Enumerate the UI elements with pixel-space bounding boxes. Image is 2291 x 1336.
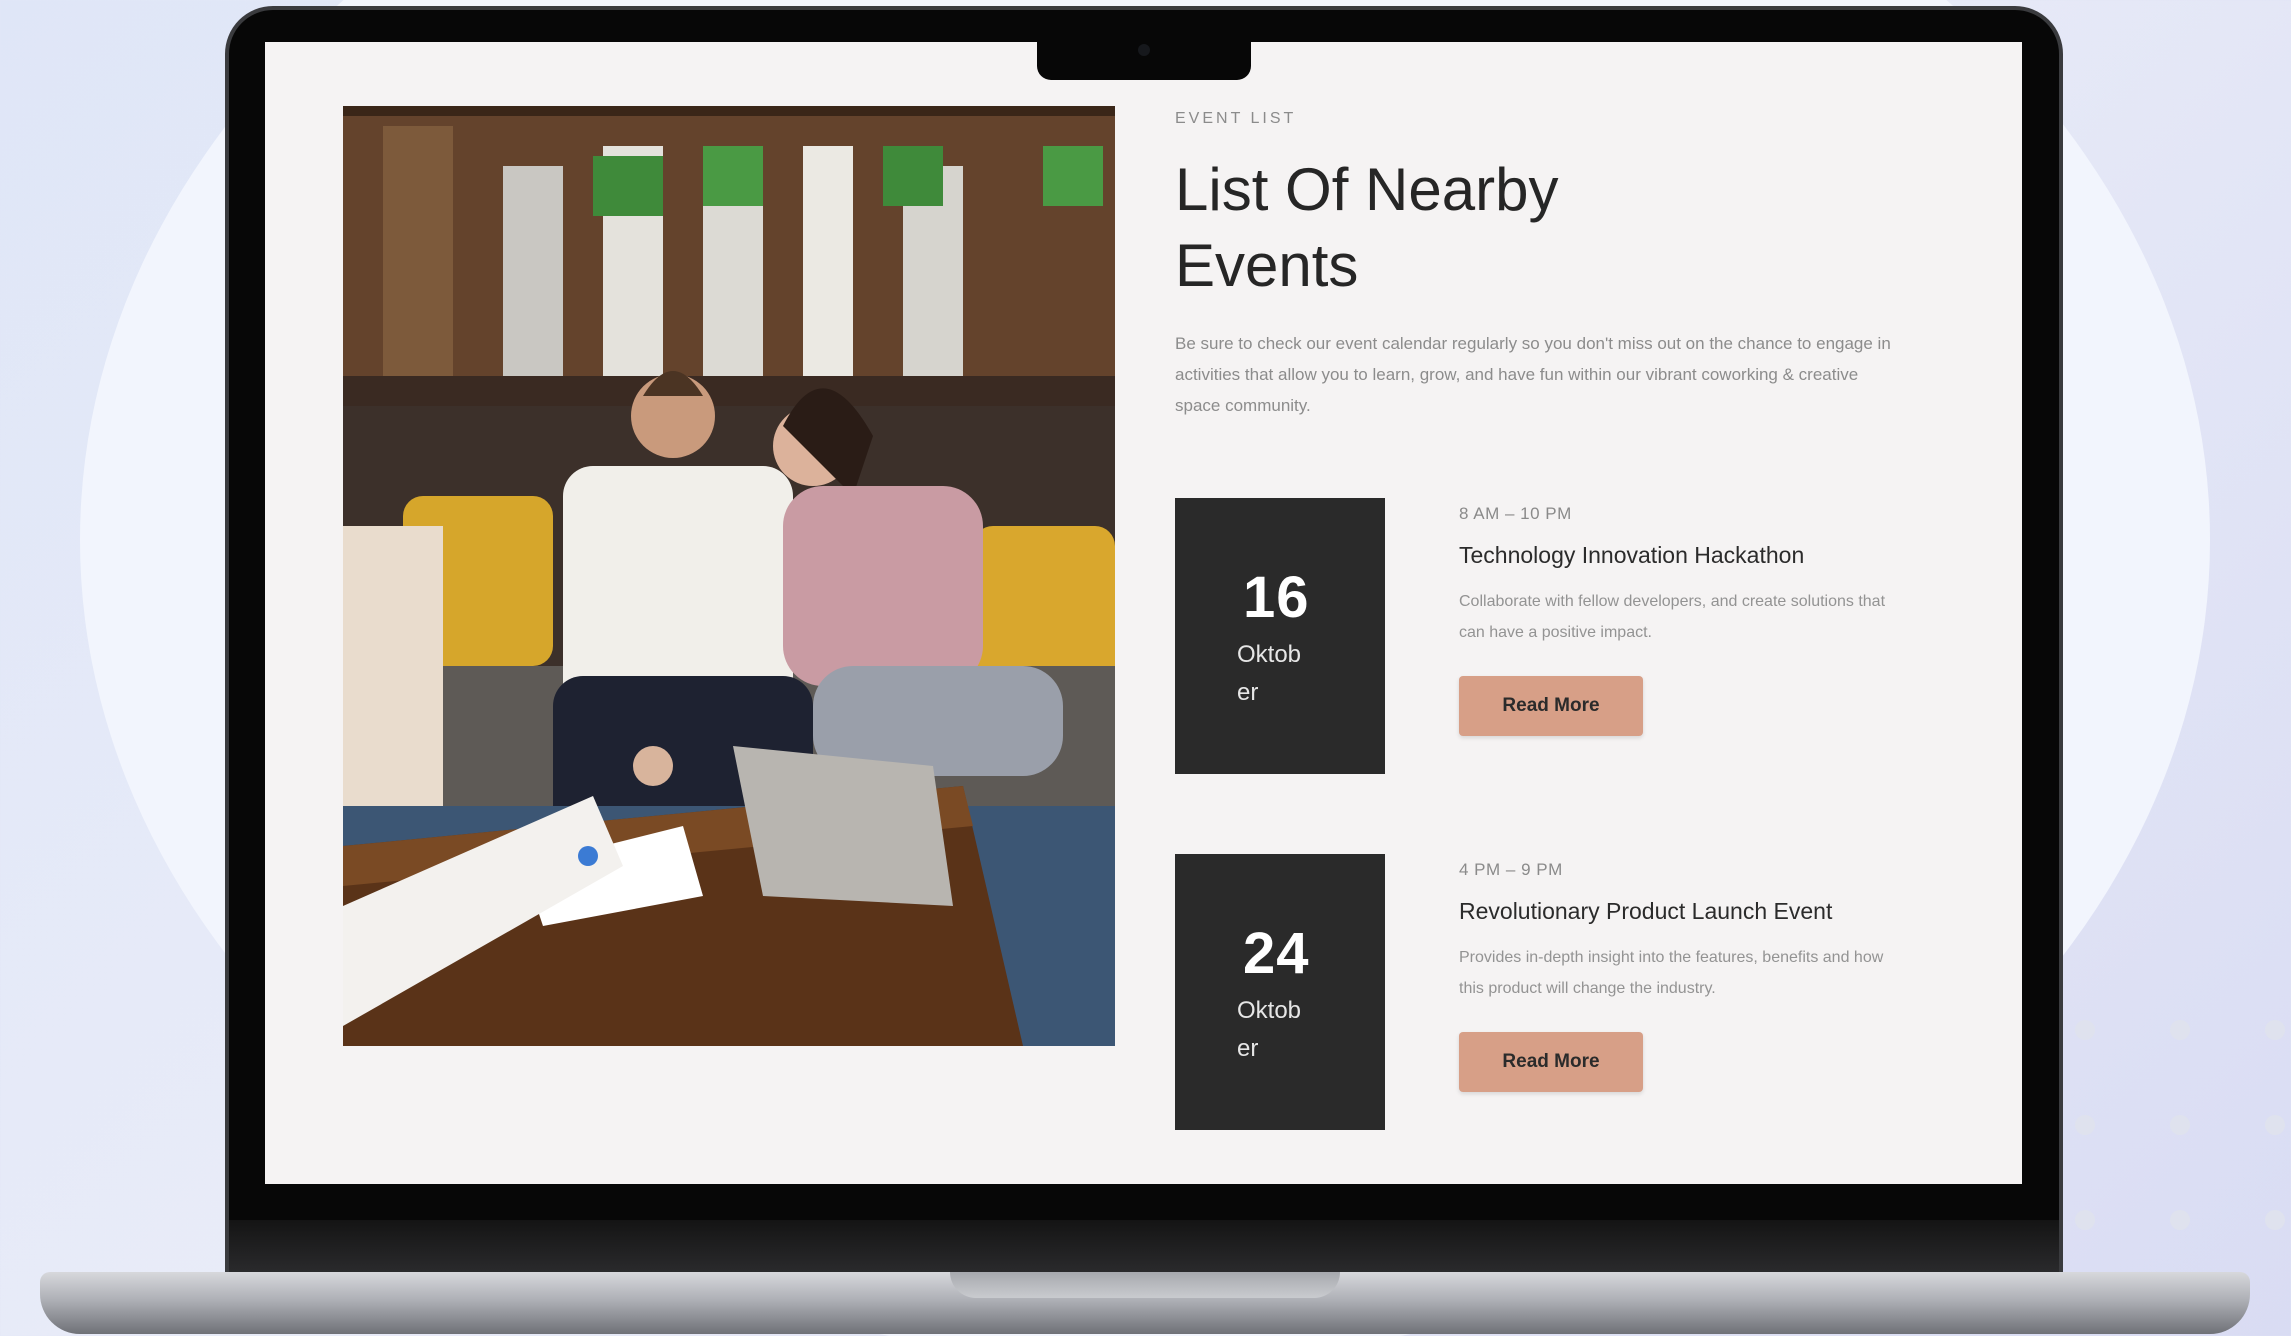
read-more-button[interactable]: Read More bbox=[1459, 1032, 1643, 1092]
event-description: Provides in-depth insight into the featu… bbox=[1459, 949, 1884, 997]
event-time: 8 AM – 10 PM bbox=[1459, 504, 1572, 523]
event-month: Oktober bbox=[1237, 641, 1302, 706]
section-eyebrow: EVENT LIST bbox=[1175, 110, 1297, 127]
event-card: 16 Oktober 8 AM – 10 PM Technology Innov… bbox=[1175, 498, 1935, 774]
section-intro: Be sure to check our event calendar regu… bbox=[1175, 334, 1891, 415]
event-photo bbox=[343, 106, 1115, 1046]
event-day: 24 bbox=[1243, 921, 1310, 986]
camera-icon bbox=[1138, 44, 1150, 56]
event-list-section: EVENT LIST List Of Nearby Events Be sure… bbox=[1175, 42, 1955, 1184]
laptop-screen: EVENT LIST List Of Nearby Events Be sure… bbox=[265, 42, 2022, 1184]
page-title: List Of Nearby Events bbox=[1175, 156, 1559, 299]
meeting-photo-illustration bbox=[343, 106, 1115, 1046]
event-title[interactable]: Revolutionary Product Launch Event bbox=[1459, 898, 1832, 925]
event-card: 24 Oktober 4 PM – 9 PM Revolutionary Pro… bbox=[1175, 854, 1935, 1130]
event-description: Collaborate with fellow developers, and … bbox=[1459, 593, 1886, 641]
event-time: 4 PM – 9 PM bbox=[1459, 860, 1563, 879]
event-date-box: 16 Oktober bbox=[1175, 498, 1385, 774]
event-month: Oktober bbox=[1237, 997, 1302, 1062]
laptop-bezel-chin bbox=[229, 1220, 2059, 1272]
laptop-base-notch bbox=[950, 1272, 1340, 1298]
decorative-dots bbox=[2075, 1020, 2291, 1260]
event-day: 16 bbox=[1243, 565, 1310, 630]
read-more-button[interactable]: Read More bbox=[1459, 676, 1643, 736]
event-title[interactable]: Technology Innovation Hackathon bbox=[1459, 542, 1804, 569]
event-date-box: 24 Oktober bbox=[1175, 854, 1385, 1130]
